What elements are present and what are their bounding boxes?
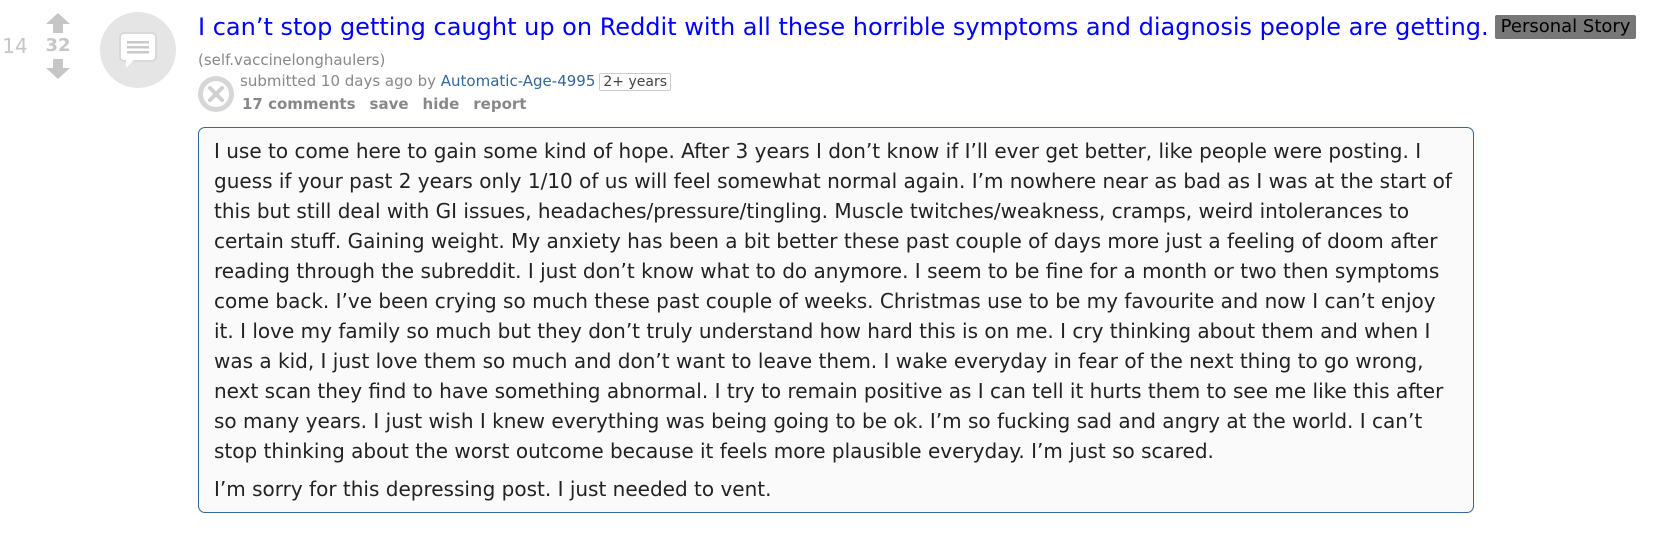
by-label: by <box>412 72 441 90</box>
vote-column: 32 <box>40 12 76 80</box>
upvote-arrow-icon[interactable] <box>45 12 71 34</box>
title-line: I can’t stop getting caught up on Reddit… <box>198 10 1648 44</box>
body-paragraph-1: I use to come here to gain some kind of … <box>214 139 1452 463</box>
author-link[interactable]: Automatic-Age-4995 <box>441 72 596 90</box>
reddit-post: 14 32 I can’t stop getting caught up on … <box>0 0 1653 557</box>
post-domain: (self.vaccinelonghaulers) <box>198 51 386 69</box>
post-body: I use to come here to gain some kind of … <box>198 127 1474 513</box>
submitted-prefix: submitted <box>240 72 321 90</box>
comments-link[interactable]: 17 comments <box>242 95 356 113</box>
close-x-icon <box>203 81 229 107</box>
post-tagline: submitted 10 days ago by Automatic-Age-4… <box>240 72 671 91</box>
link-flair-badge: Personal Story <box>1494 15 1637 39</box>
report-button[interactable]: report <box>473 95 526 113</box>
post-score: 32 <box>45 35 71 56</box>
post-title-link[interactable]: I can’t stop getting caught up on Reddit… <box>198 13 1489 41</box>
body-paragraph-2: I’m sorry for this depressing post. I ju… <box>214 477 772 501</box>
post-action-buttons: 17 comments save hide report <box>242 95 540 113</box>
self-post-text-icon <box>119 32 157 68</box>
tagline-row: submitted 10 days ago by Automatic-Age-4… <box>198 70 1648 122</box>
hide-post-button[interactable] <box>198 76 234 112</box>
hide-button[interactable]: hide <box>423 95 460 113</box>
self-post-thumbnail[interactable] <box>100 12 176 88</box>
save-button[interactable]: save <box>370 95 409 113</box>
post-rank: 14 <box>2 34 28 58</box>
submitted-time: 10 days ago <box>320 72 413 90</box>
author-badge: 2+ years <box>599 73 671 91</box>
downvote-arrow-icon[interactable] <box>45 58 71 80</box>
post-entry: I can’t stop getting caught up on Reddit… <box>198 10 1648 122</box>
